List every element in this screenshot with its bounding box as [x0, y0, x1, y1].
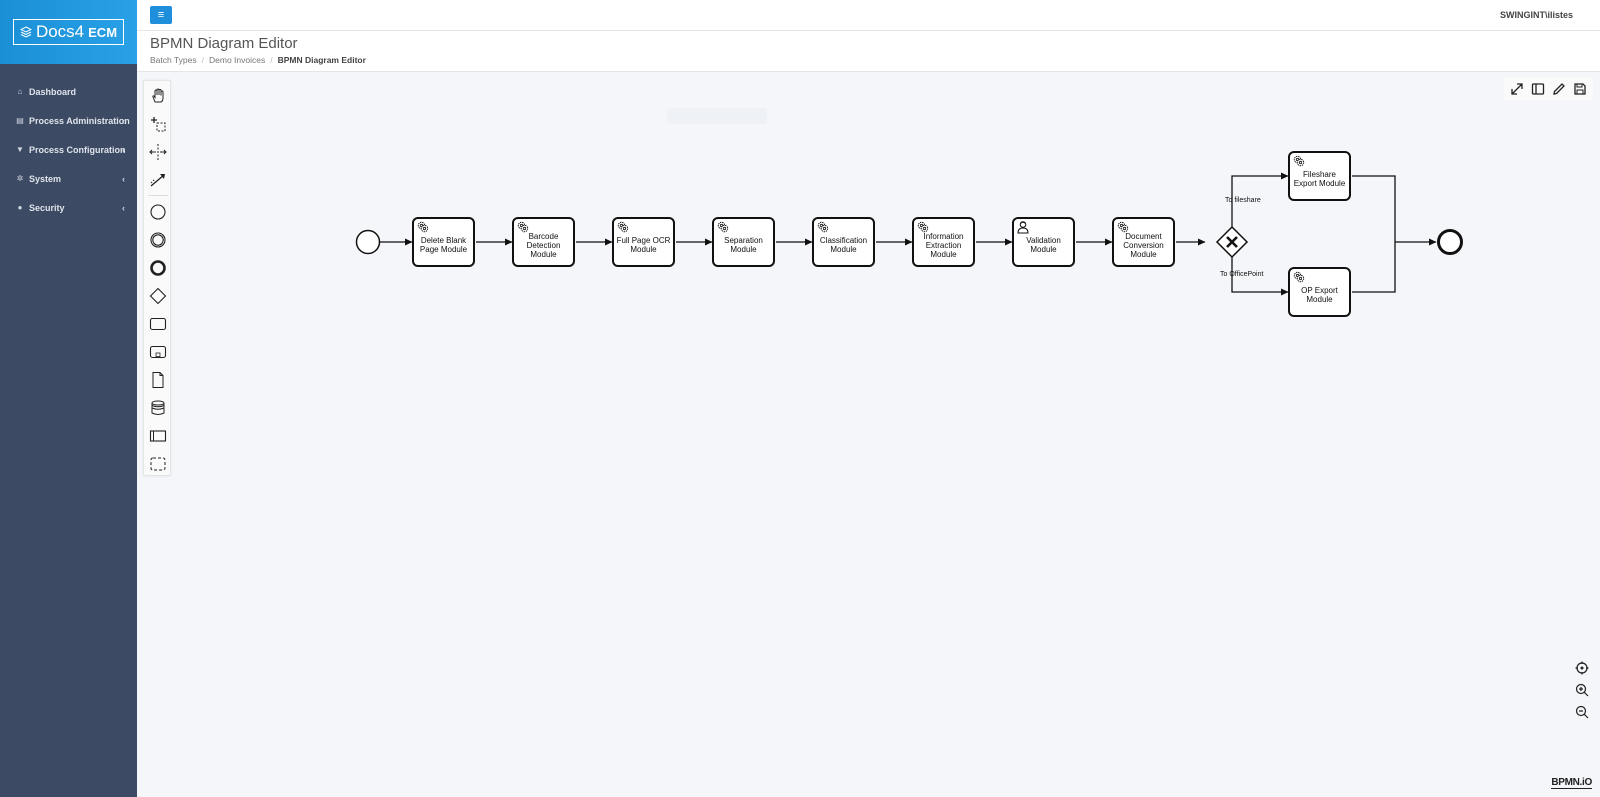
logo-area: Docs4 ECM [0, 0, 137, 64]
task-delete-blank-page[interactable]: Delete Blank Page Module [412, 217, 475, 267]
task-label: OP Export Module [1301, 286, 1338, 304]
task-op-export[interactable]: OP Export Module [1288, 267, 1351, 317]
breadcrumb-item-current: BPMN Diagram Editor [277, 55, 366, 65]
task-label: Separation Module [724, 236, 763, 254]
hamburger-icon: ≡ [157, 9, 165, 21]
home-icon: ⌂ [17, 87, 23, 96]
breadcrumb-item-batch-types[interactable]: Batch Types [150, 55, 197, 65]
chevron-left-icon: ‹ [122, 173, 125, 184]
edge-label-to-fileshare[interactable]: To fileshare [1225, 197, 1261, 204]
chevron-left-icon: ‹ [122, 115, 125, 126]
edge-label-to-officepoint[interactable]: To OfficePoint [1220, 271, 1263, 278]
task-full-page-ocr[interactable]: Full Page OCR Module [612, 217, 675, 267]
page-title: BPMN Diagram Editor [150, 35, 298, 52]
sidebar-item-label: Process Administration [29, 115, 130, 126]
sidebar-item-label: Process Configuration [29, 144, 126, 155]
sidebar-item-dashboard[interactable]: ⌂ Dashboard [0, 77, 137, 106]
task-separation[interactable]: Separation Module [712, 217, 775, 267]
task-label: Full Page OCR Module [616, 236, 671, 254]
breadcrumb-separator: / [201, 55, 204, 65]
sidebar-item-label: Dashboard [29, 86, 77, 97]
task-label: Delete Blank Page Module [419, 236, 468, 254]
logo-suffix: ECM [88, 24, 118, 40]
task-document-conversion[interactable]: Document Conversion Module [1112, 217, 1175, 267]
task-label: Barcode Detection Module [526, 231, 561, 259]
start-event[interactable] [355, 229, 381, 255]
logo[interactable]: Docs4 ECM [12, 19, 125, 45]
task-fileshare-export[interactable]: Fileshare Export Module [1288, 151, 1351, 201]
user-icon: ● [17, 203, 23, 212]
chevron-left-icon: ‹ [122, 144, 125, 155]
menu-toggle-button[interactable]: ≡ [150, 6, 172, 24]
task-barcode-detection[interactable]: Barcode Detection Module [512, 217, 575, 267]
page-header: BPMN Diagram Editor Batch Types / Demo I… [137, 31, 1600, 72]
sidebar-item-process-administration[interactable]: ▤ Process Administration ‹ [0, 106, 137, 135]
task-label: Information Extraction Module [923, 231, 964, 259]
breadcrumb: Batch Types / Demo Invoices / BPMN Diagr… [150, 55, 1600, 65]
task-label: Fileshare Export Module [1293, 170, 1346, 188]
task-label: Document Conversion Module [1123, 231, 1164, 259]
chevron-left-icon: ‹ [122, 202, 125, 213]
logo-text: Docs4 [35, 22, 85, 41]
task-validation[interactable]: Validation Module [1012, 217, 1075, 267]
sidebar-item-system[interactable]: ✲ System ‹ [0, 164, 137, 193]
sidebar-item-label: Security [29, 202, 65, 213]
sidebar: Docs4 ECM ⌂ Dashboard ▤ Process Administr… [0, 0, 137, 797]
sequence-flow[interactable] [1352, 175, 1396, 242]
layers-icon [19, 26, 32, 38]
breadcrumb-item-demo-invoices[interactable]: Demo Invoices [209, 55, 265, 65]
task-classification[interactable]: Classification Module [812, 217, 875, 267]
sidebar-item-security[interactable]: ● Security ‹ [0, 193, 137, 222]
user-name[interactable]: SWINGINT\ilistes [1500, 10, 1573, 20]
task-label: Classification Module [819, 236, 868, 254]
diagram-connections [355, 172, 1463, 296]
sequence-flow[interactable] [1352, 242, 1396, 293]
top-bar: ≡ SWINGINT\ilistes [137, 0, 1600, 31]
gear-icon: ✲ [16, 174, 24, 183]
breadcrumb-separator: / [270, 55, 273, 65]
task-information-extraction[interactable]: Information Extraction Module [912, 217, 975, 267]
sidebar-item-process-configuration[interactable]: ▼ Process Configuration ‹ [0, 135, 137, 164]
end-event[interactable] [1437, 229, 1463, 255]
sidebar-item-label: System [29, 173, 62, 184]
filter-icon: ▼ [16, 145, 24, 154]
exclusive-gateway[interactable] [1215, 225, 1249, 259]
task-label: Validation Module [1026, 236, 1061, 254]
document-icon: ▤ [16, 116, 24, 125]
diagram-canvas[interactable]: BPMN.iO Delete Blank Page Module Barcode… [137, 72, 1600, 797]
